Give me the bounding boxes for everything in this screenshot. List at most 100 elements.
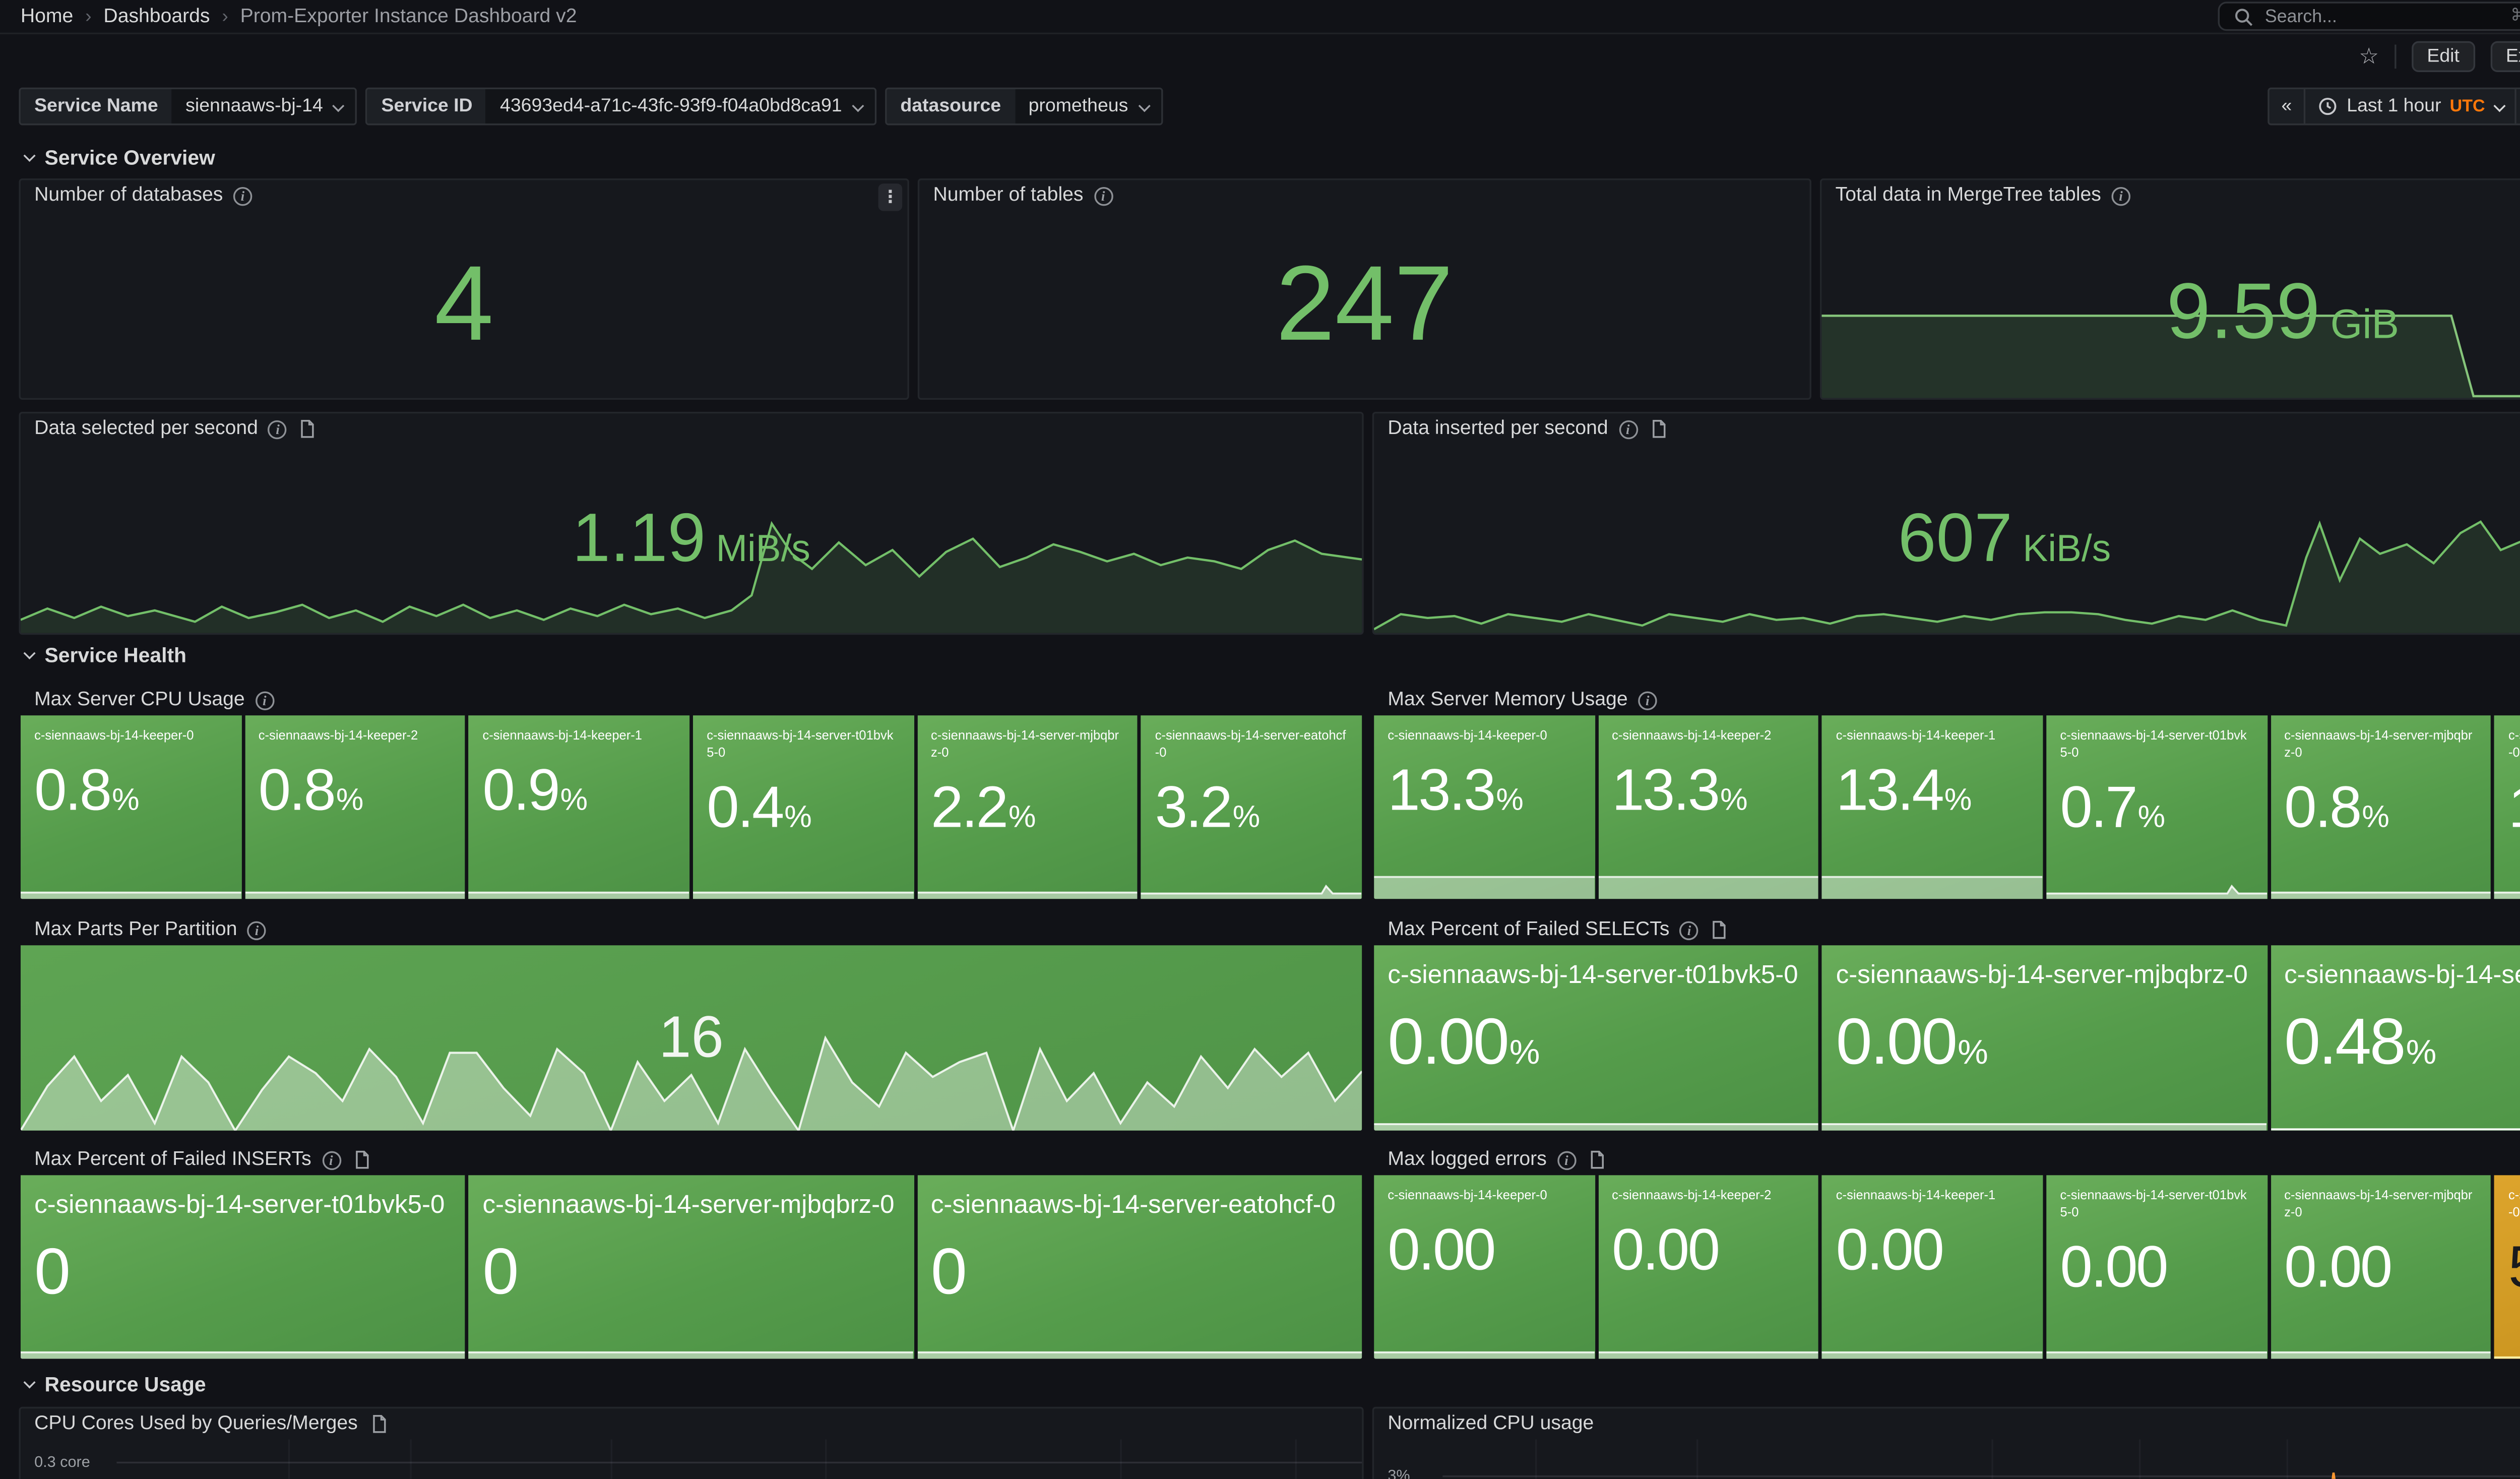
export-button[interactable]: Export (2490, 40, 2520, 71)
panel-title[interactable]: Normalized CPU usage (1388, 1413, 1594, 1434)
time-shift-forward-button[interactable]: » (2514, 89, 2520, 124)
info-icon[interactable]: i (1618, 419, 1637, 438)
stat-cell: c-siennaaws-bj-14-keeper-2 0.8% (245, 715, 466, 899)
panel-title[interactable]: Total data in MergeTree tables (1836, 186, 2101, 206)
stat-cell-label: c-siennaaws-bj-14-server-mjbqbrz-0 (2271, 1175, 2491, 1222)
nav-right-controls: Search... ⌘+k + ? (2219, 2, 2520, 31)
stat-cell-value: 13.3% (1374, 745, 1595, 821)
info-icon[interactable]: i (247, 920, 266, 939)
stat-cell: c-siennaaws-bj-14-server-t01bvk5-0 0.00% (1374, 945, 1819, 1131)
timeseries-plot[interactable]: 0.3 core (21, 1439, 1362, 1478)
time-range-group: « Last 1 hour UTC » (2267, 88, 2520, 126)
stat-cell-label: c-siennaaws-bj-14-server-eatohcf-0 (2495, 1175, 2520, 1222)
info-icon[interactable]: i (233, 186, 252, 205)
variable-datasource[interactable]: datasource prometheus (885, 88, 1163, 126)
stat-cell-label: c-siennaaws-bj-14-keeper-1 (469, 715, 689, 745)
panel-normalized-cpu-usage: Normalized CPU usage 3% (1372, 1407, 2520, 1479)
stat-cell: c-siennaaws-bj-14-server-t01bvk5-0 0 (21, 1175, 466, 1359)
panel-description-icon[interactable] (368, 1413, 389, 1434)
stat-cell: c-siennaaws-bj-14-server-mjbqbrz-0 0.00 (2271, 1175, 2491, 1359)
stat-cell-value: 3.2% (1141, 762, 1362, 838)
section-service-overview[interactable]: Service Overview (24, 146, 215, 170)
stat-value: 4 (434, 252, 493, 358)
breadcrumb-dashboards[interactable]: Dashboards (103, 6, 210, 27)
timezone-label: UTC (2450, 97, 2485, 115)
info-icon[interactable]: i (268, 419, 287, 438)
breadcrumb-home[interactable]: Home (21, 6, 73, 27)
stat-cell-value: 0.00 (2046, 1222, 2267, 1298)
section-service-health[interactable]: Service Health (24, 643, 186, 667)
info-icon[interactable]: i (322, 1150, 340, 1169)
panel-title[interactable]: Max Parts Per Partition (34, 919, 237, 940)
variable-service-id[interactable]: Service ID 43693ed4-a71c-43fc-93f9-f04a0… (366, 88, 876, 126)
stat-cell: c-siennaaws-bj-14-keeper-1 0.00 (1822, 1175, 2043, 1359)
edit-button[interactable]: Edit (2412, 40, 2475, 71)
stat-cell-value: 0 (469, 1223, 914, 1306)
time-shift-back-button[interactable]: « (2270, 89, 2304, 124)
variable-value: 43693ed4-a71c-43fc-93f9-f04a0bd8ca91 (500, 96, 842, 117)
variable-service-name[interactable]: Service Name siennaaws-bj-14 (19, 88, 357, 126)
panel-max-logged-errors: Max logged errors i c-siennaaws-bj-14-ke… (1372, 1143, 2520, 1361)
panel-title[interactable]: Data inserted per second (1388, 418, 1608, 439)
info-icon[interactable]: i (1557, 1150, 1576, 1169)
panel-max-server-cpu-usage: Max Server CPU Usage i c-siennaaws-bj-14… (19, 683, 1363, 901)
panel-max-percent-failed-inserts: Max Percent of Failed INSERTs i c-sienna… (19, 1143, 1363, 1361)
panel-title[interactable]: Max Percent of Failed INSERTs (34, 1149, 311, 1170)
export-label: Export (2506, 45, 2520, 66)
stat-cell: c-siennaaws-bj-14-server-mjbqbrz-0 2.2% (917, 715, 1138, 899)
info-icon[interactable]: i (1638, 691, 1657, 709)
panel-number-of-tables: Number of tables i 247 (918, 178, 1811, 400)
chevron-down-icon (24, 149, 36, 161)
chevron-down-icon (2493, 99, 2505, 111)
stat-cell-label: c-siennaaws-bj-14-server-t01bvk5-0 (1374, 945, 1819, 994)
panel-description-icon[interactable] (351, 1149, 371, 1170)
favorite-star-icon[interactable]: ☆ (2359, 44, 2379, 67)
panel-title[interactable]: Number of databases (34, 186, 223, 206)
panel-description-icon[interactable] (1586, 1149, 1607, 1170)
panel-menu-icon[interactable]: ⋮ (878, 183, 903, 211)
stat-cell: c-siennaaws-bj-14-server-eatohcf-0 3.2% (1141, 715, 1362, 899)
panel-title[interactable]: Data selected per second (34, 418, 258, 439)
panel-cpu-cores-queries-merges: CPU Cores Used by Queries/Merges 0.3 cor… (19, 1407, 1363, 1479)
stat-cell-label: c-siennaaws-bj-14-keeper-0 (1374, 715, 1595, 745)
info-icon[interactable]: i (1680, 920, 1698, 939)
panel-title[interactable]: Max logged errors (1388, 1149, 1546, 1170)
stat-cell-value: 0.00 (1374, 1205, 1595, 1280)
stat-cell-value: 13.3% (1598, 745, 1819, 821)
panel-data-selected-per-second: Data selected per second i 1.19 MiB/s (19, 412, 1363, 635)
info-icon[interactable]: i (255, 691, 274, 709)
search-icon (2234, 6, 2255, 27)
panel-description-icon[interactable] (297, 418, 318, 439)
panel-description-icon[interactable] (1648, 418, 1668, 439)
info-icon[interactable]: i (1094, 186, 1112, 205)
chevron-down-icon (1138, 99, 1150, 111)
stat-cell-value: 0.7% (2046, 762, 2267, 838)
stat-cell-value: 0.8% (245, 745, 466, 821)
breadcrumb-current: Prom-Exporter Instance Dashboard v2 (240, 6, 577, 27)
panel-title[interactable]: Max Server CPU Usage (34, 690, 245, 710)
stat-cell-value: 0.4% (693, 762, 914, 838)
stat-cell: c-siennaaws-bj-14-server-eatohcf-0 0.48% (2271, 945, 2520, 1131)
stat-cell-label: c-siennaaws-bj-14-server-mjbqbrz-0 (2271, 715, 2491, 762)
stat-cell: c-siennaaws-bj-14-keeper-0 0.00 (1374, 1175, 1595, 1359)
norm-cpu-sparkline (1442, 1443, 2520, 1478)
panel-title[interactable]: Number of tables (933, 186, 1083, 206)
dashboard-page: Home › Dashboards › Prom-Exporter Instan… (0, 0, 2520, 1479)
panel-title[interactable]: CPU Cores Used by Queries/Merges (34, 1413, 358, 1434)
stat-cell: c-siennaaws-bj-14-keeper-1 0.9% (469, 715, 689, 899)
stat-cell-value: 0.00 (2271, 1222, 2491, 1298)
stat-cell-label: c-siennaaws-bj-14-keeper-2 (1598, 715, 1819, 745)
section-resource-usage[interactable]: Resource Usage (24, 1373, 206, 1397)
panel-description-icon[interactable] (1709, 919, 1730, 940)
panel-title[interactable]: Max Server Memory Usage (1388, 690, 1627, 710)
stat-cell-label: c-siennaaws-bj-14-server-eatohcf-0 (2271, 945, 2520, 994)
timeseries-plot[interactable]: 3% (1374, 1439, 2520, 1478)
panel-title[interactable]: Max Percent of Failed SELECTs (1388, 919, 1669, 940)
search-input[interactable]: Search... ⌘+k (2219, 2, 2520, 31)
time-range-picker[interactable]: Last 1 hour UTC (2304, 89, 2514, 124)
dashboard-toolbar: ☆ Edit Export Share (0, 34, 2520, 77)
info-icon[interactable]: i (2111, 186, 2130, 205)
breadcrumb-separator-icon: › (222, 6, 228, 27)
chevron-down-icon (852, 99, 864, 111)
stat-cell: c-siennaaws-bj-14-server-t01bvk5-0 0.4% (693, 715, 914, 899)
